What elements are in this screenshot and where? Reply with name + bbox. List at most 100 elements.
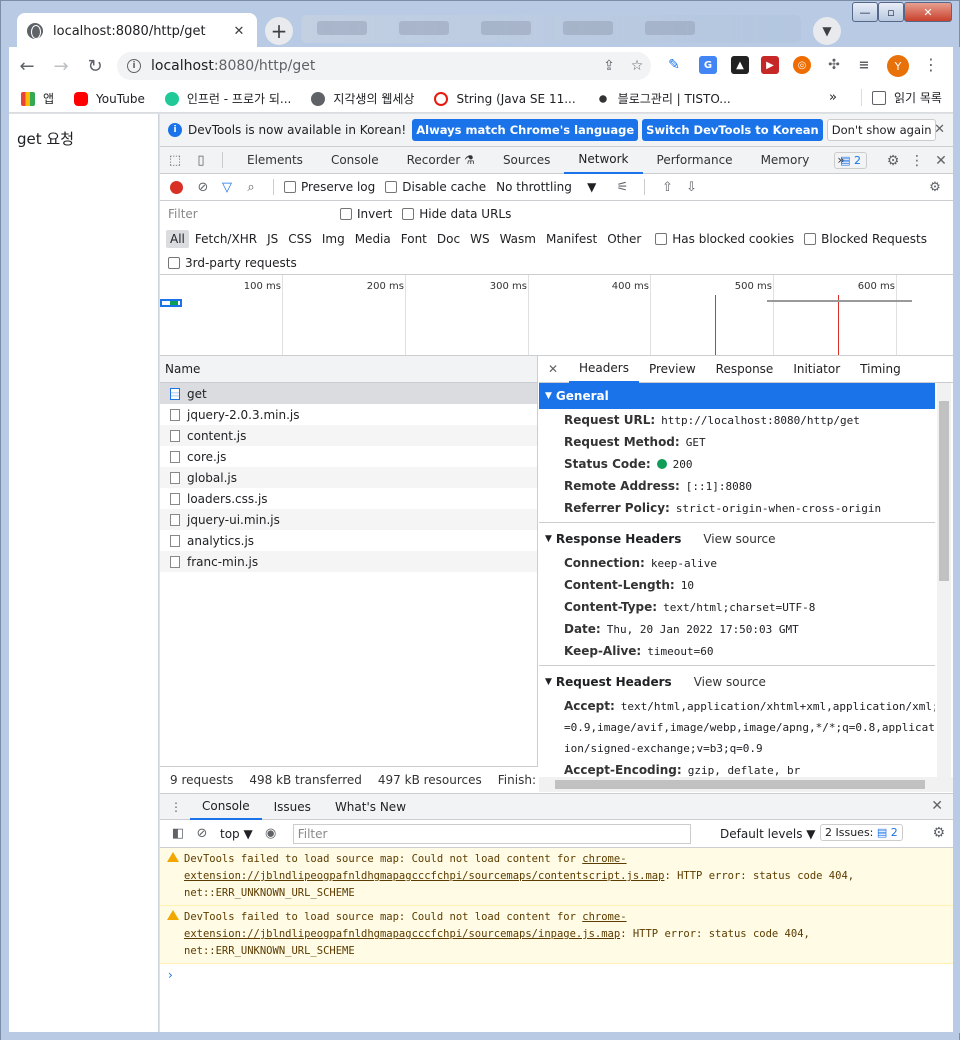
filter-funnel-icon[interactable]: ▽ bbox=[215, 180, 239, 195]
name-column-header[interactable]: Name bbox=[160, 356, 537, 383]
infobar-close-icon[interactable]: ✕ bbox=[934, 122, 945, 137]
tab-elements[interactable]: Elements bbox=[233, 147, 317, 174]
scrollbar-thumb[interactable] bbox=[555, 780, 925, 789]
profile-avatar[interactable]: Y bbox=[887, 55, 909, 77]
close-details-icon[interactable]: ✕ bbox=[545, 362, 561, 376]
details-horizontal-scrollbar[interactable] bbox=[539, 777, 953, 792]
import-har-icon[interactable]: ⇧ bbox=[655, 180, 679, 195]
drawer-tab-issues[interactable]: Issues bbox=[262, 794, 323, 820]
response-headers-toggle[interactable]: ▼ Response Headers View source bbox=[539, 526, 953, 552]
tab-search-button[interactable]: ▼ bbox=[813, 17, 841, 45]
request-row[interactable]: get bbox=[160, 383, 537, 404]
reading-list-button[interactable]: 읽기 목록 bbox=[861, 89, 942, 106]
tab-headers[interactable]: Headers bbox=[569, 356, 639, 383]
dont-show-again-button[interactable]: Don't show again bbox=[826, 119, 937, 141]
request-row[interactable]: global.js bbox=[160, 467, 537, 488]
tab-initiator[interactable]: Initiator bbox=[783, 356, 850, 383]
settings-gear-icon[interactable]: ⚙ bbox=[881, 153, 905, 169]
tab-console[interactable]: Console bbox=[317, 147, 393, 174]
extension-media-icon[interactable]: ▶ bbox=[761, 56, 779, 74]
extension-vector-icon[interactable]: ▲ bbox=[731, 56, 749, 74]
background-tabs[interactable] bbox=[301, 15, 801, 43]
bookmark-inflearn[interactable]: 인프런 - 프로가 되... bbox=[164, 90, 291, 107]
issues-counter-button[interactable]: ▤ 2 bbox=[834, 152, 867, 169]
log-levels-select[interactable]: Default levels ▼ bbox=[720, 827, 816, 841]
tab-active[interactable]: localhost:8080/http/get ✕ bbox=[17, 13, 257, 49]
bookmarks-more-icon[interactable]: » bbox=[829, 90, 837, 105]
minimize-button[interactable]: — bbox=[852, 2, 878, 22]
request-row[interactable]: jquery-2.0.3.min.js bbox=[160, 404, 537, 425]
back-button[interactable]: ← bbox=[11, 50, 43, 82]
throttling-select[interactable]: No throttling ▼ bbox=[496, 180, 596, 194]
request-row[interactable]: content.js bbox=[160, 425, 537, 446]
maximize-button[interactable]: ▫ bbox=[878, 2, 904, 22]
details-vertical-scrollbar[interactable] bbox=[937, 383, 951, 777]
close-window-button[interactable]: ✕ bbox=[904, 2, 952, 22]
disable-cache-checkbox[interactable]: Disable cache bbox=[385, 180, 486, 194]
device-toolbar-icon[interactable]: ▯ bbox=[190, 150, 212, 170]
console-prompt[interactable]: › bbox=[160, 964, 953, 986]
request-row[interactable]: core.js bbox=[160, 446, 537, 467]
type-ws[interactable]: WS bbox=[466, 230, 493, 248]
reload-button[interactable]: ↻ bbox=[79, 50, 111, 82]
console-settings-icon[interactable]: ⚙ bbox=[932, 825, 945, 841]
url-text[interactable]: localhost:8080/http/get bbox=[151, 58, 595, 74]
timeline-overview[interactable]: 100 ms 200 ms 300 ms 400 ms 500 ms 600 m… bbox=[160, 275, 953, 356]
inspect-element-icon[interactable]: ⬚ bbox=[164, 150, 186, 170]
new-tab-button[interactable]: + bbox=[265, 17, 293, 45]
close-drawer-icon[interactable]: ✕ bbox=[931, 798, 943, 814]
general-section-toggle[interactable]: ▼ General bbox=[539, 383, 935, 409]
bookmark-java-string[interactable]: String (Java SE 11... bbox=[434, 91, 576, 106]
tab-timing[interactable]: Timing bbox=[850, 356, 911, 383]
network-settings-icon[interactable]: ⚙ bbox=[923, 180, 947, 195]
drawer-tab-console[interactable]: Console bbox=[190, 794, 262, 820]
preserve-log-checkbox[interactable]: Preserve log bbox=[284, 180, 375, 194]
site-info-icon[interactable]: i bbox=[127, 59, 141, 73]
bookmark-web[interactable]: 지각생의 웹세상 bbox=[311, 90, 414, 107]
request-headers-toggle[interactable]: ▼ Request Headers View source bbox=[539, 669, 953, 695]
tab-preview[interactable]: Preview bbox=[639, 356, 706, 383]
clear-icon[interactable]: ⊘ bbox=[191, 180, 215, 195]
type-js[interactable]: JS bbox=[263, 230, 282, 248]
record-button[interactable] bbox=[170, 180, 183, 194]
view-source-link[interactable]: View source bbox=[694, 675, 766, 689]
extension-pen-icon[interactable]: ✎ bbox=[665, 56, 683, 74]
hide-data-urls-checkbox[interactable]: Hide data URLs bbox=[402, 207, 511, 221]
type-font[interactable]: Font bbox=[397, 230, 431, 248]
drawer-tab-whats-new[interactable]: What's New bbox=[323, 794, 418, 820]
request-row[interactable]: jquery-ui.min.js bbox=[160, 509, 537, 530]
request-row[interactable]: franc-min.js bbox=[160, 551, 537, 572]
network-conditions-icon[interactable]: ⚟ bbox=[610, 180, 634, 195]
type-wasm[interactable]: Wasm bbox=[496, 230, 540, 248]
switch-korean-button[interactable]: Switch DevTools to Korean bbox=[642, 119, 823, 141]
export-har-icon[interactable]: ⇩ bbox=[679, 180, 703, 195]
invert-checkbox[interactable]: Invert bbox=[340, 207, 392, 221]
extension-lifebuoy-icon[interactable]: ◎ bbox=[793, 56, 811, 74]
close-devtools-icon[interactable]: ✕ bbox=[929, 153, 953, 169]
view-source-link[interactable]: View source bbox=[703, 532, 775, 546]
bookmark-star-icon[interactable]: ☆ bbox=[623, 58, 651, 74]
bookmark-tistory[interactable]: 블로그관리 | TISTO... bbox=[595, 90, 731, 107]
console-issues-button[interactable]: 2 Issues: ▤ 2 bbox=[820, 824, 903, 841]
blocked-requests-checkbox[interactable]: Blocked Requests bbox=[804, 232, 927, 246]
extensions-puzzle-icon[interactable]: ✣ bbox=[825, 56, 843, 74]
browser-menu-icon[interactable]: ⋮ bbox=[923, 55, 939, 74]
type-media[interactable]: Media bbox=[351, 230, 395, 248]
scrollbar-thumb[interactable] bbox=[939, 401, 949, 581]
match-language-button[interactable]: Always match Chrome's language bbox=[412, 119, 639, 141]
live-expression-eye-icon[interactable]: ◉ bbox=[259, 826, 283, 841]
tab-recorder[interactable]: Recorder ⚗ bbox=[393, 147, 489, 174]
extension-translate-icon[interactable]: G bbox=[699, 56, 717, 74]
forward-button[interactable]: → bbox=[45, 50, 77, 82]
type-manifest[interactable]: Manifest bbox=[542, 230, 601, 248]
bookmark-apps[interactable]: 앱 bbox=[21, 90, 54, 107]
media-queue-icon[interactable]: ≡ bbox=[855, 56, 873, 74]
tab-network[interactable]: Network bbox=[564, 147, 643, 174]
request-row[interactable]: loaders.css.js bbox=[160, 488, 537, 509]
blocked-cookies-checkbox[interactable]: Has blocked cookies bbox=[655, 232, 794, 246]
type-fetch-xhr[interactable]: Fetch/XHR bbox=[191, 230, 261, 248]
request-row[interactable]: analytics.js bbox=[160, 530, 537, 551]
context-select[interactable]: top ▼ bbox=[220, 827, 253, 841]
tab-sources[interactable]: Sources bbox=[489, 147, 564, 174]
filter-input[interactable]: Filter bbox=[166, 205, 328, 223]
